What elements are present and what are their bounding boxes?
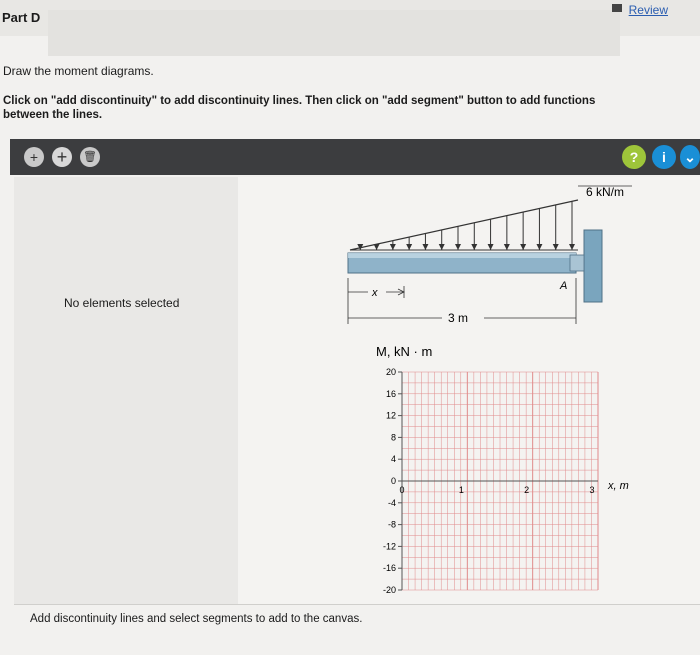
y-tick-label: 16 — [386, 389, 396, 399]
distributed-load — [349, 199, 579, 251]
load-label: 6 kN/m — [586, 185, 624, 199]
load-arrowhead — [438, 244, 445, 250]
y-tick-label: 20 — [386, 367, 396, 377]
y-tick-label: 0 — [391, 476, 396, 486]
x-tick-label: 2 — [524, 485, 529, 495]
y-tick-label: -12 — [383, 541, 396, 551]
y-tick-label: -8 — [388, 520, 396, 530]
x-axis-label: x, m — [607, 480, 629, 492]
x-tick-label: 0 — [399, 485, 404, 495]
load-arrowhead — [569, 244, 575, 250]
load-arrowhead — [503, 244, 510, 250]
load-arrowhead — [373, 244, 380, 250]
moment-diagram-figure: 6 kN/m A x 3 m M, kN · m x, m 201612840-… — [347, 185, 632, 595]
load-arrowhead — [406, 244, 413, 250]
y-tick-labels: 201612840-4-8-12-16-20 — [383, 367, 402, 595]
y-axis-label: M, kN · m — [376, 344, 432, 359]
x-tick-label: 1 — [459, 485, 464, 495]
footer-divider — [14, 604, 700, 605]
load-arrowhead — [487, 244, 494, 250]
fixed-support — [583, 229, 603, 303]
y-tick-label: -16 — [383, 563, 396, 573]
y-tick-label: -4 — [388, 498, 396, 508]
y-tick-label: -20 — [383, 585, 396, 595]
moment-grid[interactable] — [401, 371, 599, 591]
y-tick-label: 4 — [391, 454, 396, 464]
load-arrowhead — [471, 244, 478, 250]
y-tick-label: 12 — [386, 411, 396, 421]
y-tick-label: 8 — [391, 432, 396, 442]
support-label: A — [559, 280, 567, 292]
load-arrowhead — [422, 244, 429, 250]
x-dimension-label: x — [371, 287, 378, 299]
load-arrowhead — [536, 244, 543, 250]
x-tick-label: 3 — [589, 485, 594, 495]
load-arrowhead — [389, 244, 396, 250]
load-arrowhead — [455, 244, 461, 250]
load-arrowhead — [520, 244, 527, 250]
footer-message: Add discontinuity lines and select segme… — [30, 613, 363, 625]
load-arrowhead — [552, 244, 559, 250]
length-label: 3 m — [448, 311, 468, 325]
